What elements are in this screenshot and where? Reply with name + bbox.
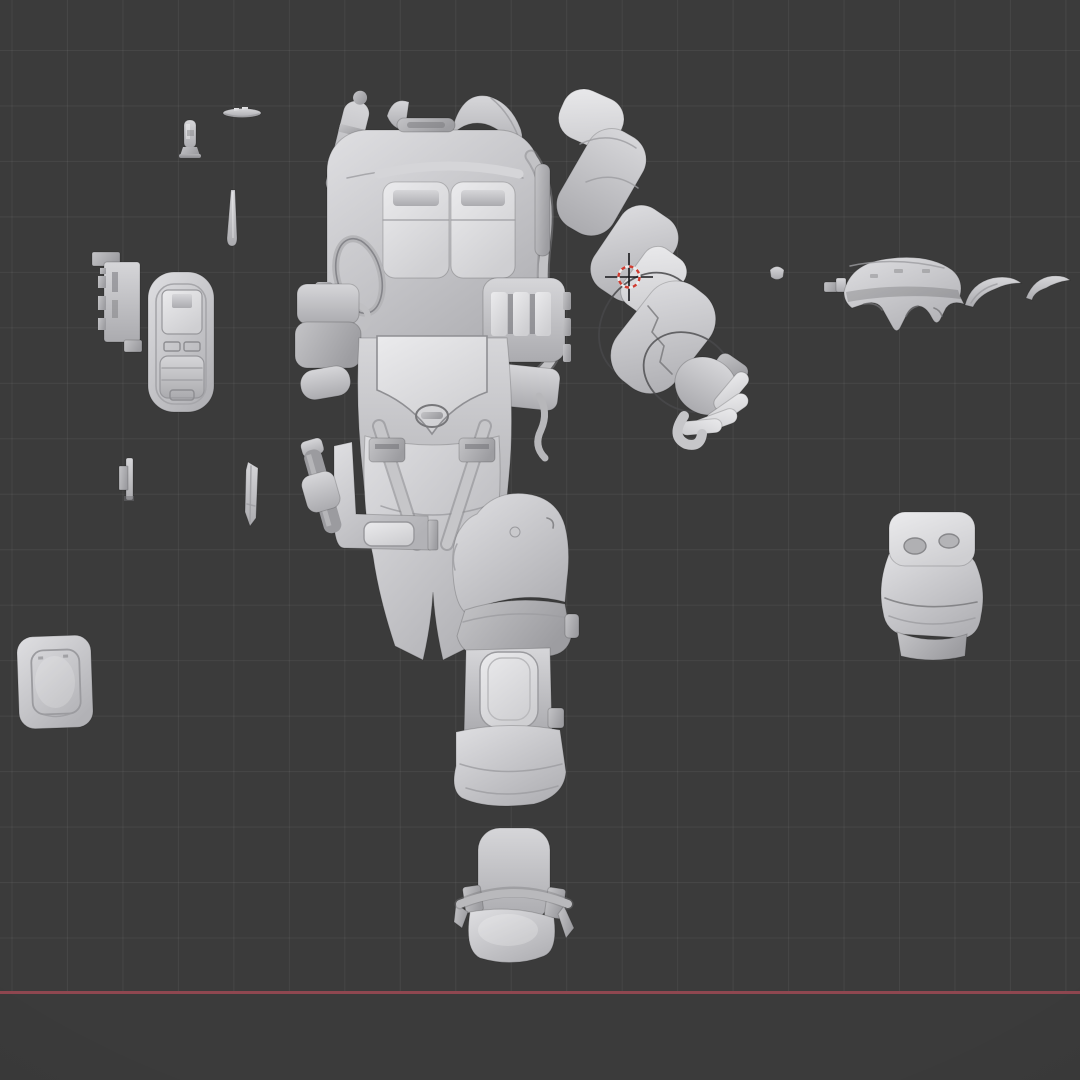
part-wing-1[interactable] <box>965 277 1021 307</box>
part-shin[interactable] <box>454 648 566 806</box>
part-arm-right[interactable] <box>547 82 752 445</box>
part-back-plate[interactable] <box>148 272 214 412</box>
part-boot[interactable] <box>454 828 574 963</box>
part-base-plate[interactable] <box>16 635 93 730</box>
part-disc[interactable] <box>223 107 261 118</box>
part-leg-right[interactable] <box>881 512 983 660</box>
3d-viewport[interactable] <box>0 0 1080 1080</box>
scene-objects-layer <box>0 0 1080 1080</box>
part-rod[interactable] <box>227 190 237 246</box>
part-wing-2[interactable] <box>1026 276 1070 300</box>
part-cap[interactable] <box>770 267 784 280</box>
part-bracket[interactable] <box>92 252 142 352</box>
part-thigh[interactable] <box>453 493 579 656</box>
part-canister[interactable] <box>179 120 201 158</box>
part-clip[interactable] <box>119 458 134 501</box>
part-strip[interactable] <box>245 462 258 526</box>
part-helmet[interactable] <box>824 257 964 330</box>
